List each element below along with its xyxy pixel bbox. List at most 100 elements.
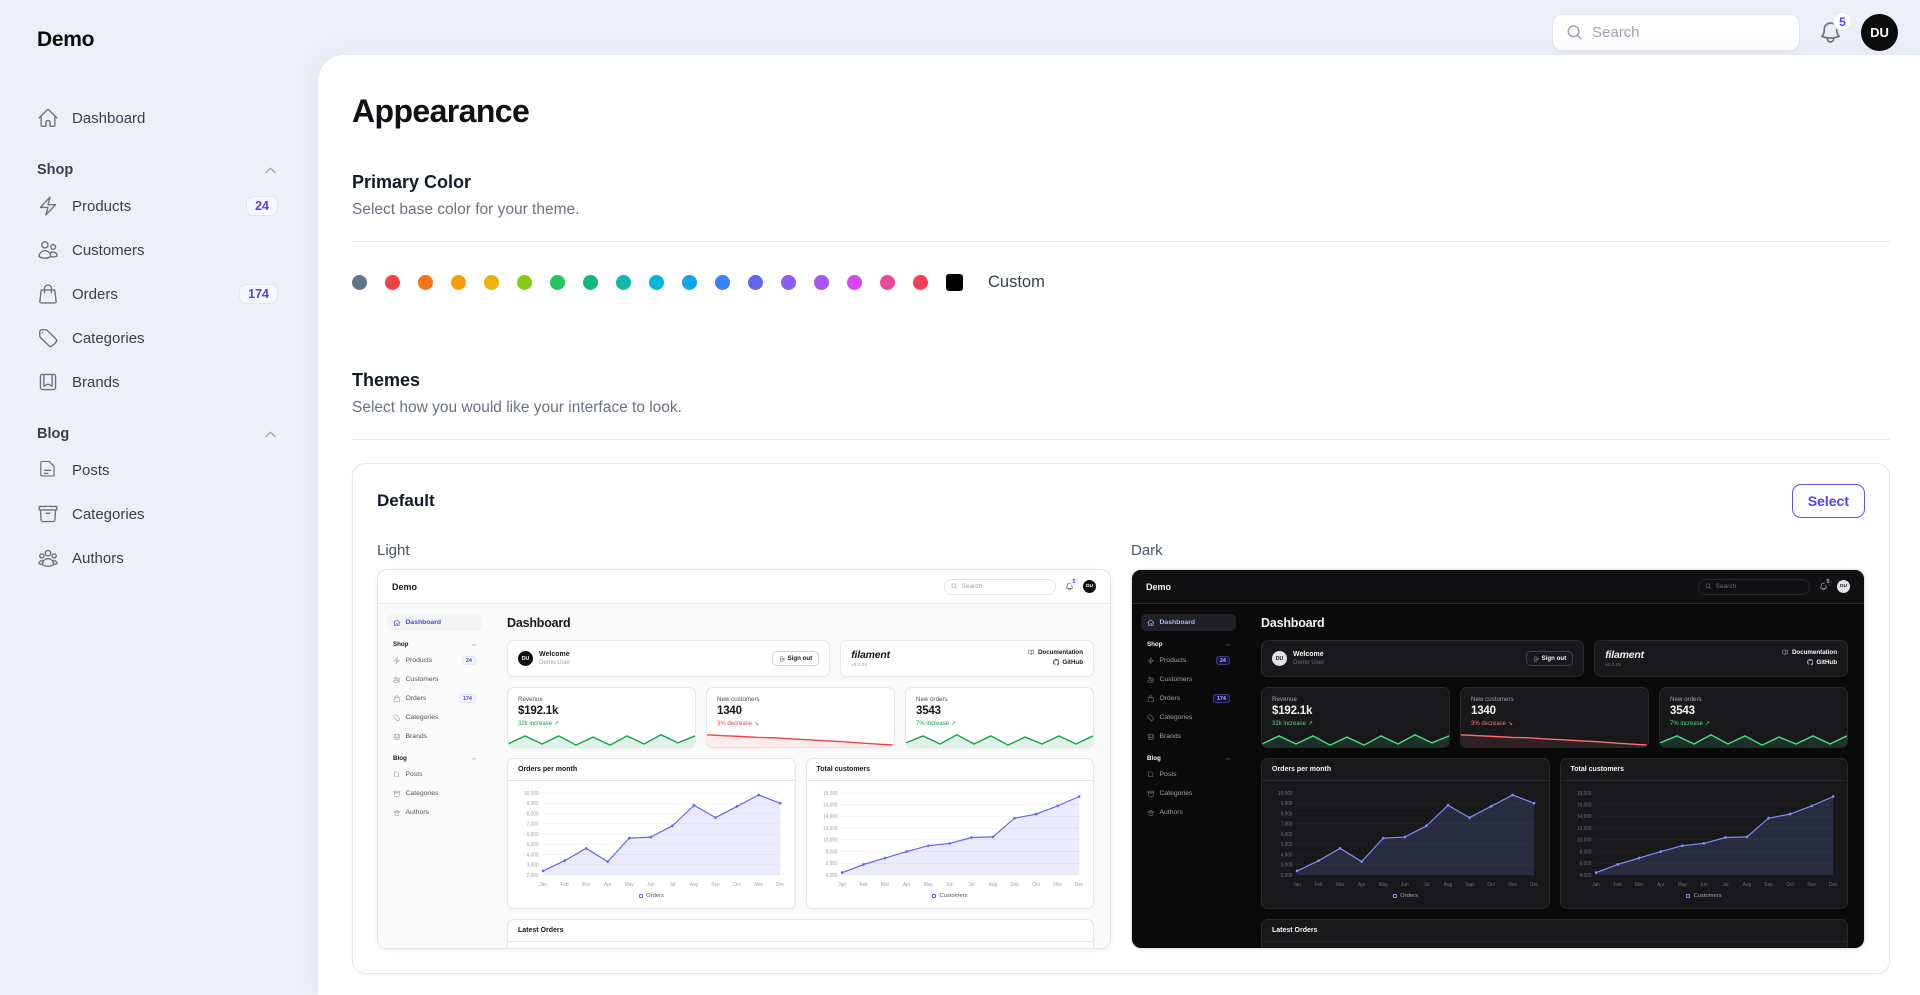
dark-preview-column: Dark Demo Search 5 DU Dashbo	[1131, 542, 1865, 949]
preview-stat-revenue: Revenue $192.1k 32k increase	[507, 687, 696, 748]
preview-sidebar-item-blog-categories: Categories	[1141, 785, 1236, 802]
preview-sidebar-item-dashboard: Dashboard	[387, 614, 482, 631]
svg-text:Mar: Mar	[881, 882, 890, 888]
sidebar-group-shop[interactable]: Shop	[37, 162, 278, 178]
svg-text:Dec: Dec	[1530, 882, 1539, 888]
swatch-blue[interactable]	[715, 275, 730, 290]
preview-stat-revenue: Revenue $192.1k 32k increase	[1261, 687, 1450, 748]
primary-color-section: Primary Color Select base color for your…	[352, 172, 1890, 292]
select-theme-button[interactable]: Select	[1792, 484, 1865, 518]
dark-preview-label: Dark	[1131, 542, 1865, 559]
svg-text:Dec: Dec	[776, 882, 785, 888]
svg-text:10,000: 10,000	[524, 791, 539, 797]
theme-name: Default	[377, 491, 435, 511]
svg-text:Apr: Apr	[903, 882, 911, 888]
sidebar-item-dashboard[interactable]: Dashboard	[37, 96, 278, 140]
light-preview-column: Light Demo Search 5 DU Dashb	[377, 542, 1111, 949]
chevron-up-icon	[1225, 756, 1231, 762]
preview-documentation-link: Documentation	[1782, 649, 1837, 656]
sidebar-item-label: Posts	[72, 462, 110, 479]
preview-sidebar-item-brands: Brands	[387, 728, 482, 745]
svg-text:Jan: Jan	[838, 882, 846, 888]
svg-text:18,000: 18,000	[1576, 791, 1591, 797]
github-icon	[1053, 659, 1060, 666]
user-group-icon	[393, 809, 401, 817]
primary-color-heading: Primary Color	[352, 172, 1890, 193]
svg-text:8,000: 8,000	[1579, 849, 1591, 855]
swatch-rose[interactable]	[913, 275, 928, 290]
swatch-red[interactable]	[385, 275, 400, 290]
notifications-button[interactable]: 5	[1818, 20, 1843, 45]
svg-text:14,000: 14,000	[822, 814, 837, 820]
preview-bell: 5	[1819, 582, 1828, 591]
orders-count-badge: 174	[239, 284, 278, 304]
svg-text:Feb: Feb	[1315, 882, 1323, 888]
sidebar-item-authors[interactable]: Authors	[37, 536, 278, 580]
theme-card-default: Default Select Light Demo Search 5 DU	[352, 463, 1890, 974]
svg-text:4,000: 4,000	[1281, 852, 1293, 858]
svg-text:Feb: Feb	[561, 882, 569, 888]
preview-customers-chart-card: Total customers 4,0006,0008,00010,00012,…	[806, 758, 1095, 909]
preview-main: Dashboard DU Welcome Demo User Sign out	[491, 604, 1110, 949]
svg-text:10,000: 10,000	[822, 837, 837, 843]
user-avatar[interactable]: DU	[1861, 14, 1898, 51]
page-title: Appearance	[352, 93, 1890, 130]
theme-preview-light[interactable]: Demo Search 5 DU Dashboard	[377, 569, 1111, 949]
user-group-icon	[1147, 809, 1155, 817]
sidebar-item-customers[interactable]: Customers	[37, 228, 278, 272]
swatch-lime[interactable]	[517, 275, 532, 290]
swatch-purple[interactable]	[814, 275, 829, 290]
preview-sidebar-item-categories: Categories	[387, 709, 482, 726]
search-input[interactable]	[1592, 24, 1786, 41]
svg-text:Aug: Aug	[690, 882, 699, 888]
swatch-violet[interactable]	[781, 275, 796, 290]
swatch-sky[interactable]	[682, 275, 697, 290]
preview-signout-button: Sign out	[1526, 651, 1574, 666]
svg-text:Jul: Jul	[1423, 882, 1429, 888]
sidebar-group-blog[interactable]: Blog	[37, 426, 278, 442]
swatch-fuchsia[interactable]	[847, 275, 862, 290]
preview-sidebar: Dashboard Shop Products 24 Customers	[378, 604, 491, 949]
svg-text:Oct: Oct	[733, 882, 741, 888]
swatch-slate[interactable]	[352, 275, 367, 290]
swatch-yellow[interactable]	[484, 275, 499, 290]
custom-swatch[interactable]	[946, 274, 963, 291]
swatch-orange[interactable]	[418, 275, 433, 290]
sidebar-item-posts[interactable]: Posts	[37, 448, 278, 492]
sidebar-item-blog-categories[interactable]: Categories	[37, 492, 278, 536]
svg-text:Jan: Jan	[539, 882, 547, 888]
preview-welcome-card: DU Welcome Demo User Sign out	[507, 640, 830, 677]
sidebar-item-orders[interactable]: Orders 174	[37, 272, 278, 316]
preview-stat-new-orders: New orders 3543 7% increase	[1659, 687, 1848, 748]
swatch-green[interactable]	[550, 275, 565, 290]
sidebar-item-products[interactable]: Products 24	[37, 184, 278, 228]
svg-text:Aug: Aug	[1742, 882, 1751, 888]
svg-text:Mar: Mar	[582, 882, 591, 888]
sidebar-item-label: Categories	[72, 330, 145, 347]
swatch-emerald[interactable]	[583, 275, 598, 290]
svg-text:Apr: Apr	[1358, 882, 1366, 888]
preview-customers-chart-card: Total customers 4,0006,0008,00010,00012,…	[1560, 758, 1849, 909]
sidebar-item-brands[interactable]: Brands	[37, 360, 278, 404]
swatch-amber[interactable]	[451, 275, 466, 290]
filament-logo: filament	[851, 649, 890, 661]
preview-stat-new-orders: New orders 3543 7% increase	[905, 687, 1094, 748]
swatch-cyan[interactable]	[649, 275, 664, 290]
svg-text:6,000: 6,000	[1281, 832, 1293, 838]
swatch-indigo[interactable]	[748, 275, 763, 290]
svg-text:Sep: Sep	[1010, 882, 1019, 888]
preview-bell: 5	[1065, 582, 1074, 591]
swatch-pink[interactable]	[880, 275, 895, 290]
theme-preview-dark[interactable]: Demo Search 5 DU Dashboard	[1131, 569, 1865, 949]
svg-text:8,000: 8,000	[1281, 811, 1293, 817]
swatch-teal[interactable]	[616, 275, 631, 290]
global-search[interactable]	[1552, 14, 1800, 51]
preview-latest-orders-card: Latest Orders Search Order Date⌄ Number⌄…	[1261, 919, 1848, 949]
svg-text:Sep: Sep	[1465, 882, 1474, 888]
svg-text:Jan: Jan	[1592, 882, 1600, 888]
sidebar-item-categories[interactable]: Categories	[37, 316, 278, 360]
svg-text:3,000: 3,000	[1281, 862, 1293, 868]
dashboard-preview-image: Demo Search 5 DU Dashboard	[1132, 570, 1864, 948]
svg-text:Apr: Apr	[1657, 882, 1665, 888]
dashboard-preview-image: Demo Search 5 DU Dashboard	[378, 570, 1110, 948]
